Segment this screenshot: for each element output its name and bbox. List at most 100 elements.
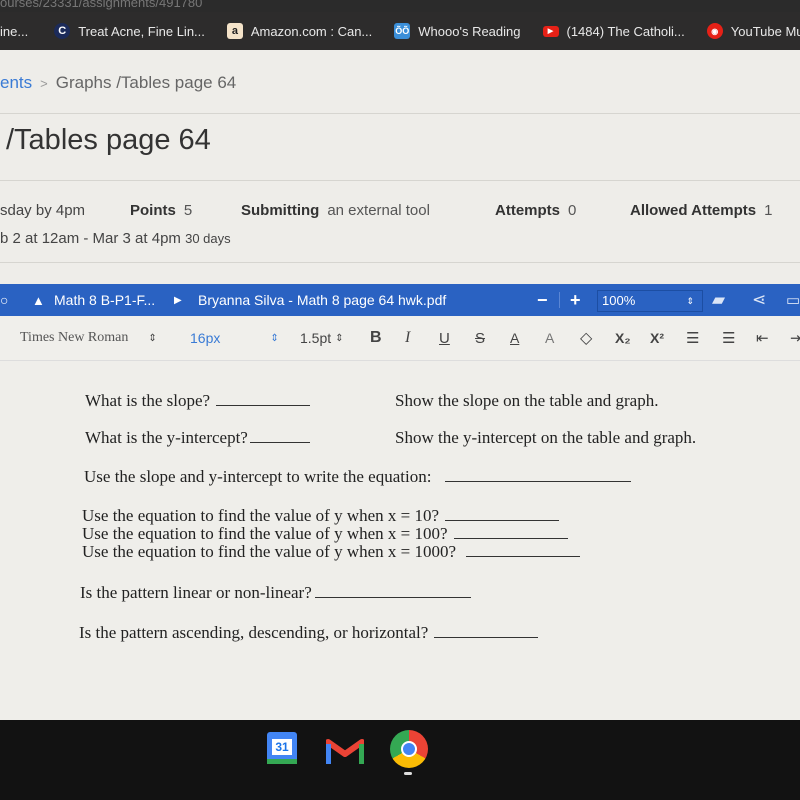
pdf-viewer-header: ○ ▲ Math 8 B-P1-F... ▶ Bryanna Silva - M… [0, 284, 800, 316]
divider [559, 292, 560, 308]
answer-blank[interactable] [216, 404, 311, 406]
search-icon[interactable]: ○ [0, 292, 8, 308]
question-slope: What is the slope? [85, 391, 311, 411]
answer-blank[interactable] [445, 480, 632, 482]
question-y-intercept: What is the y-intercept? [85, 428, 310, 448]
url-text: ourses/23331/assignments/491780 [0, 0, 203, 10]
bookmark-0[interactable]: ine... [0, 24, 28, 39]
due-date: sday by 4pm [0, 202, 86, 219]
outdent-icon[interactable]: ⇤ [756, 316, 769, 360]
select-arrows-icon: ⇕ [270, 332, 279, 344]
strikethrough-button[interactable]: S [475, 316, 485, 360]
answer-blank[interactable] [434, 636, 539, 638]
youtube-icon: ▶ [542, 25, 559, 37]
superscript-button[interactable]: X² [650, 316, 664, 360]
numbered-list-icon[interactable]: ☰ [686, 316, 699, 360]
bookmark-5[interactable]: ◉ YouTube Music [706, 23, 800, 39]
question-text: Use the equation to find the value of y … [82, 506, 440, 525]
allowed-attempts-value: 1 [764, 202, 773, 219]
question-x1000: Use the equation to find the value of y … [82, 542, 581, 562]
question-text: Use the equation to find the value of y … [82, 524, 448, 543]
submitting-value: an external tool [327, 202, 430, 219]
question-text: Is the pattern ascending, descending, or… [79, 623, 429, 642]
divider [0, 262, 800, 263]
bookmark-1[interactable]: C Treat Acne, Fine Lin... [54, 23, 205, 39]
page-title: /Tables page 64 [6, 124, 211, 156]
allowed-attempts-label: Allowed Attempts [630, 202, 757, 219]
points-field: Points 5 [130, 202, 192, 219]
question-text: What is the slope? [85, 391, 211, 410]
hint-slope: Show the slope on the table and graph. [395, 391, 659, 410]
answer-blank[interactable] [249, 441, 310, 443]
folder-open-icon[interactable]: ▰ [712, 290, 725, 310]
attempts-label: Attempts [495, 202, 561, 219]
divider [0, 113, 800, 114]
calendar-day: 31 [272, 739, 292, 755]
chrome-center [401, 741, 417, 757]
pdf-document: What is the slope? Show the slope on the… [0, 361, 800, 720]
zoom-select[interactable]: 100% ⇕ [597, 290, 703, 312]
breadcrumb-parent[interactable]: ents [0, 73, 32, 92]
bookmark-3[interactable]: ÕÕ Whooo's Reading [394, 23, 521, 39]
question-x10: Use the equation to find the value of y … [82, 506, 560, 526]
bookmark-label: YouTube Music [730, 23, 800, 39]
breadcrumb: ents > Graphs /Tables page 64 [0, 73, 236, 93]
print-icon[interactable]: ▭ [786, 291, 800, 309]
calendar-icon[interactable]: 31 [267, 732, 297, 764]
bold-button[interactable]: B [370, 316, 382, 360]
availability-range: b 2 at 12am - Mar 3 at 4pm [0, 230, 181, 247]
hint-y-intercept: Show the y-intercept on the table and gr… [395, 428, 697, 447]
bookmark-2[interactable]: a Amazon.com : Can... [226, 23, 372, 39]
address-bar[interactable]: ourses/23331/assignments/491780 [0, 0, 800, 12]
font-size-value: 16px [190, 330, 221, 346]
bulleted-list-icon[interactable]: ☰ [722, 316, 735, 360]
taskbar: 31 [0, 720, 800, 800]
question-x100: Use the equation to find the value of y … [82, 524, 568, 544]
bookmark-4[interactable]: ▶ (1484) The Catholi... [542, 23, 685, 39]
calendar-accent [267, 759, 297, 764]
chevron-right-icon: > [40, 76, 48, 91]
bookmark-label: Whooo's Reading [418, 23, 521, 39]
gmail-icon[interactable] [325, 736, 365, 766]
folder-link[interactable]: Math 8 B-P1-F... [54, 292, 155, 308]
answer-blank[interactable] [314, 596, 471, 598]
question-text: What is the y-intercept? [85, 428, 248, 447]
file-name: Bryanna Silva - Math 8 page 64 hwk.pdf [198, 292, 447, 308]
active-app-indicator [404, 772, 412, 775]
question-text: Use the slope and y-intercept to write t… [84, 467, 432, 486]
points-label: Points [130, 202, 176, 219]
attempts-value: 0 [568, 202, 577, 219]
bookmark-label: (1484) The Catholi... [566, 23, 685, 39]
question-text: Is the pattern linear or non-linear? [80, 583, 312, 602]
italic-button[interactable]: I [405, 316, 410, 360]
availability: b 2 at 12am - Mar 3 at 4pm 30 days [0, 230, 231, 247]
text-color-button[interactable]: A [510, 316, 519, 360]
submitting-label: Submitting [241, 202, 320, 219]
bookmark-label: ine... [0, 23, 29, 39]
stroke-width-select[interactable]: 1.5pt ⇕ [300, 316, 344, 360]
submitting-field: Submitting an external tool [241, 202, 430, 219]
availability-days: 30 days [185, 231, 231, 246]
font-family-value: Times New Roman [20, 330, 129, 345]
highlight-button[interactable]: A [545, 316, 554, 360]
indent-icon[interactable]: ⇥ [790, 316, 800, 360]
answer-blank[interactable] [466, 555, 581, 557]
drive-icon: ▲ [32, 292, 45, 308]
subscript-button[interactable]: X₂ [615, 316, 631, 360]
owl-icon: ÕÕ [394, 23, 411, 39]
question-linear: Is the pattern linear or non-linear? [80, 583, 471, 603]
answer-blank[interactable] [445, 519, 560, 521]
zoom-in-button[interactable]: + [570, 290, 581, 311]
underline-button[interactable]: U [439, 316, 450, 360]
amazon-icon: a [226, 23, 243, 39]
fill-bucket-icon[interactable]: ◇ [580, 316, 592, 360]
answer-blank[interactable] [453, 537, 568, 539]
zoom-out-button[interactable]: − [537, 290, 548, 311]
question-text: Use the equation to find the value of y … [82, 542, 457, 561]
chrome-icon[interactable] [390, 730, 428, 768]
attempts-field: Attempts 0 [495, 202, 576, 219]
font-family-select[interactable]: Times New Roman ⇕ [20, 316, 157, 360]
font-size-select[interactable]: 16px ⇕ [190, 316, 279, 360]
stroke-width-value: 1.5pt [300, 330, 332, 346]
share-icon[interactable]: ⋖ [752, 290, 766, 310]
